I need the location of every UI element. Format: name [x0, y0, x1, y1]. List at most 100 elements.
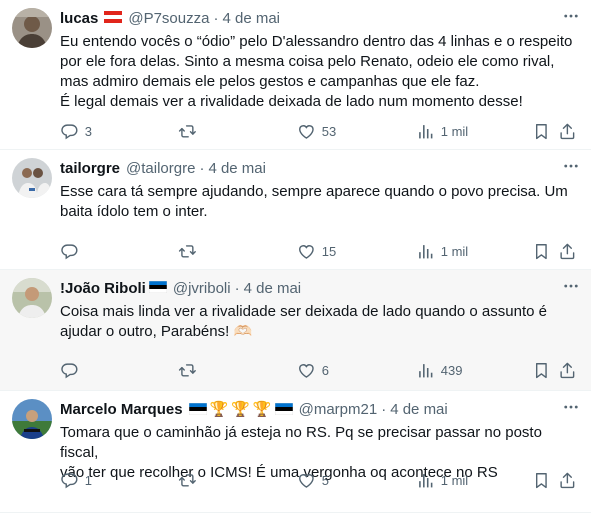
views-count: 1 mil [440, 243, 469, 259]
bookmark-button[interactable] [532, 122, 551, 141]
estonia-flag-icon [148, 280, 168, 297]
trophy-icon: 🏆 [252, 400, 272, 418]
share-icon [558, 122, 577, 141]
reply-button[interactable] [60, 361, 85, 380]
like-icon [297, 361, 316, 380]
bookmark-button[interactable] [532, 242, 551, 261]
bookmark-icon [532, 471, 551, 490]
share-button[interactable] [558, 242, 577, 261]
bookmark-button[interactable] [532, 471, 551, 490]
bookmark-button[interactable] [532, 361, 551, 380]
views-icon [416, 361, 435, 380]
like-count: 5 [321, 472, 329, 488]
post-joao-riboli[interactable]: !João Riboli @jvriboli · 4 de mai Coisa … [0, 270, 591, 391]
like-count: 15 [321, 243, 337, 259]
author-name[interactable]: lucas [60, 10, 98, 27]
author-name[interactable]: tailorgre [60, 160, 120, 177]
austria-flag-icon [104, 10, 123, 27]
share-icon [558, 471, 577, 490]
reply-icon [60, 361, 79, 380]
post-date[interactable]: 4 de mai [222, 10, 280, 27]
reply-count: 3 [84, 123, 92, 139]
more-icon[interactable] [561, 6, 581, 26]
avatar[interactable] [12, 8, 52, 48]
share-button[interactable] [558, 361, 577, 380]
action-bar: 15 1 mil [60, 241, 579, 261]
post-text: Eu entendo vocês o “ódio” pelo D'alessan… [60, 33, 573, 110]
post-marcelo-marques[interactable]: Marcelo Marques 🏆 🏆 🏆 @marpm21 · 4 de ma… [0, 391, 591, 513]
separator: · [381, 400, 387, 418]
share-icon [558, 242, 577, 261]
author-handle[interactable]: @tailorgre [126, 160, 195, 177]
author-handle[interactable]: @P7souzza [128, 10, 209, 27]
author-handle[interactable]: @marpm21 [299, 401, 378, 418]
avatar[interactable] [12, 399, 52, 439]
post-date[interactable]: 4 de mai [208, 160, 266, 177]
like-icon [297, 122, 316, 141]
separator: · [213, 9, 219, 27]
action-bar: 6 439 [60, 360, 579, 380]
reply-icon [60, 122, 79, 141]
retweet-button[interactable] [178, 361, 203, 380]
post-text: Esse cara tá sempre ajudando, sempre apa… [60, 183, 568, 220]
like-button[interactable]: 6 [297, 361, 329, 380]
bookmark-icon [532, 242, 551, 261]
reply-icon [60, 471, 79, 490]
author-handle[interactable]: @jvriboli [173, 280, 231, 297]
author-name[interactable]: !João Riboli [60, 280, 146, 297]
reply-feed: lucas @P7souzza · 4 de mai Eu entendo vo… [0, 0, 591, 513]
retweet-button[interactable] [178, 122, 203, 141]
like-count: 6 [321, 362, 329, 378]
like-icon [297, 242, 316, 261]
retweet-icon [178, 471, 197, 490]
like-icon [297, 471, 316, 490]
views-button[interactable]: 439 [416, 361, 462, 380]
reply-button[interactable] [60, 242, 85, 261]
retweet-button[interactable] [178, 242, 203, 261]
separator: · [199, 159, 205, 177]
avatar[interactable] [12, 158, 52, 198]
reply-count: 1 [84, 472, 92, 488]
like-button[interactable]: 5 [297, 471, 329, 490]
bookmark-icon [532, 122, 551, 141]
views-button[interactable]: 1 mil [416, 122, 468, 141]
reply-button[interactable]: 1 [60, 471, 92, 490]
views-button[interactable]: 1 mil [416, 471, 468, 490]
retweet-button[interactable] [178, 471, 203, 490]
views-count: 1 mil [440, 123, 469, 139]
more-icon[interactable] [561, 276, 581, 296]
post-text: Coisa mais linda ver a rivalidade ser de… [60, 303, 547, 340]
share-button[interactable] [558, 122, 577, 141]
more-icon[interactable] [561, 156, 581, 176]
retweet-icon [178, 242, 197, 261]
views-icon [416, 122, 435, 141]
more-icon[interactable] [561, 397, 581, 417]
reply-button[interactable]: 3 [60, 122, 92, 141]
retweet-icon [178, 361, 197, 380]
trophy-icon: 🏆 [209, 400, 229, 418]
share-icon [558, 361, 577, 380]
like-button[interactable]: 53 [297, 122, 336, 141]
profile-badges: 🏆 🏆 🏆 [188, 400, 293, 418]
trophy-icon: 🏆 [231, 400, 250, 418]
views-icon [416, 471, 435, 490]
views-count: 1 mil [440, 472, 469, 488]
post-date[interactable]: 4 de mai [390, 401, 448, 418]
reply-icon [60, 242, 79, 261]
like-button[interactable]: 15 [297, 242, 336, 261]
separator: · [234, 279, 240, 297]
views-button[interactable]: 1 mil [416, 242, 468, 261]
bookmark-icon [532, 361, 551, 380]
post-lucas[interactable]: lucas @P7souzza · 4 de mai Eu entendo vo… [0, 0, 591, 150]
post-tailorgre[interactable]: tailorgre @tailorgre · 4 de mai Esse car… [0, 150, 591, 270]
views-count: 439 [440, 362, 463, 378]
avatar[interactable] [12, 278, 52, 318]
author-name[interactable]: Marcelo Marques [60, 401, 183, 418]
action-bar: 3 53 1 mil [60, 121, 579, 141]
post-date[interactable]: 4 de mai [244, 280, 302, 297]
estonia-flag-icon [274, 403, 293, 415]
share-button[interactable] [558, 471, 577, 490]
action-bar: 1 5 1 mil [60, 470, 579, 490]
views-icon [416, 242, 435, 261]
estonia-flag-icon [188, 403, 207, 415]
